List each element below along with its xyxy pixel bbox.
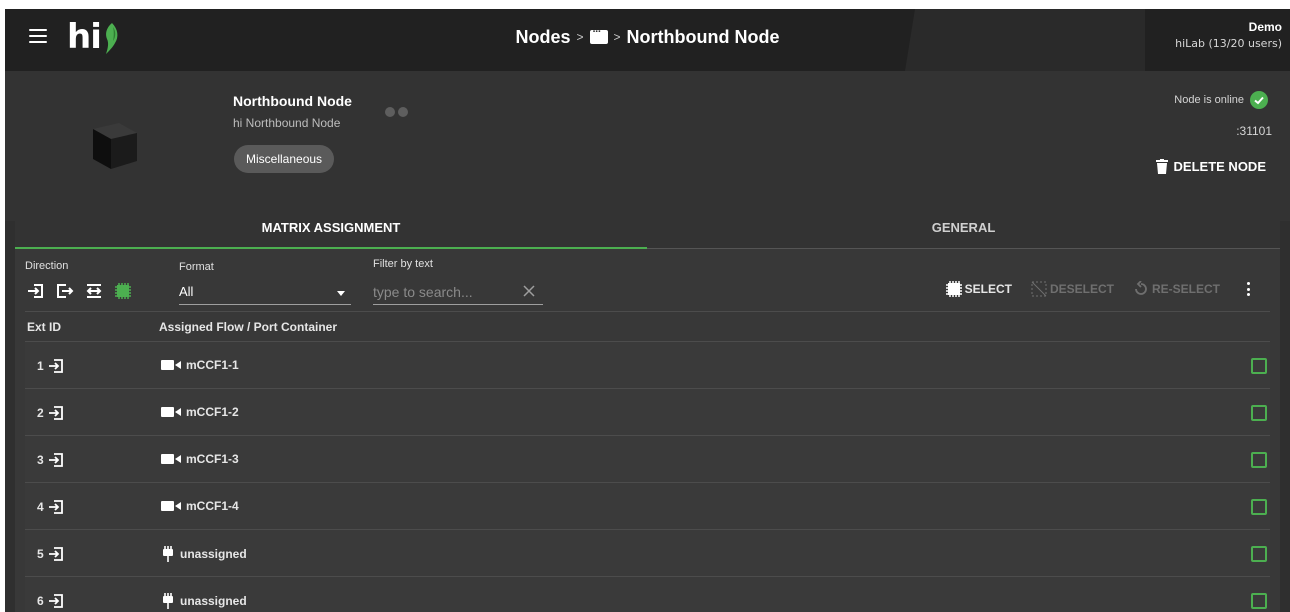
undo-icon	[1135, 281, 1147, 295]
row-ext-id: 1	[37, 359, 64, 373]
chevron-down-icon	[337, 291, 345, 296]
breadcrumb-separator: >	[613, 30, 621, 44]
matrix-content: Direction Format All Filter by text type…	[15, 249, 1280, 612]
top-bar: hi Nodes>>Northbound Node Demo hiLab (13…	[5, 9, 1290, 71]
table-header: Ext ID Assigned Flow / Port Container	[25, 311, 1270, 342]
input-icon	[48, 547, 63, 561]
user-org: hiLab (13/20 users)	[1175, 37, 1282, 50]
node-subtitle: hi Northbound Node	[233, 116, 341, 130]
breadcrumb-more-icon[interactable]	[589, 26, 608, 44]
row-flow: mCCF1-1	[161, 358, 239, 372]
direction-label: Direction	[25, 260, 69, 272]
tab-general[interactable]: GENERAL	[647, 211, 1280, 249]
video-camera-icon	[161, 407, 181, 417]
row-checkbox[interactable]	[1251, 593, 1267, 609]
filter-label: Filter by text	[373, 258, 433, 270]
row-flow: unassigned	[161, 546, 247, 562]
search-input[interactable]	[373, 281, 513, 303]
format-select[interactable]: All	[179, 281, 351, 305]
row-checkbox[interactable]	[1251, 499, 1267, 515]
user-info[interactable]: Demo hiLab (13/20 users)	[1175, 20, 1282, 50]
breadcrumb: Nodes > > Northbound Node	[5, 26, 1290, 48]
node-status: Node is online	[1174, 91, 1268, 109]
video-camera-icon	[161, 454, 181, 464]
close-icon[interactable]	[521, 283, 537, 299]
table-row[interactable]: 6 unassigned	[25, 577, 1270, 612]
user-name: Demo	[1248, 20, 1282, 34]
matrix-table: Ext ID Assigned Flow / Port Container 1 …	[25, 311, 1270, 612]
video-camera-icon	[161, 360, 181, 370]
trash-icon	[1155, 159, 1168, 174]
status-text: Node is online	[1174, 94, 1244, 106]
reselect-button[interactable]: RE-SELECT	[1132, 281, 1220, 297]
table-row[interactable]: 4 mCCF1-4	[25, 483, 1270, 530]
row-flow: unassigned	[161, 593, 247, 609]
app-window: hi Nodes>>Northbound Node Demo hiLab (13…	[5, 9, 1290, 612]
row-flow: mCCF1-4	[161, 499, 239, 513]
video-camera-icon	[161, 501, 181, 511]
format-value: All	[179, 284, 194, 299]
table-row[interactable]: 2 mCCF1-2	[25, 389, 1270, 436]
row-ext-id: 4	[37, 500, 64, 514]
column-assigned-flow[interactable]: Assigned Flow / Port Container	[159, 320, 337, 334]
deselect-icon	[1031, 281, 1047, 297]
reselect-label: RE-SELECT	[1151, 282, 1220, 296]
tab-matrix-assignment[interactable]: MATRIX ASSIGNMENT	[15, 211, 647, 249]
more-vert-icon[interactable]	[1240, 280, 1256, 298]
node-cube-icon	[93, 123, 137, 169]
input-icon[interactable]	[27, 283, 45, 299]
table-row[interactable]: 1 mCCF1-1	[25, 342, 1270, 389]
deselect-label: DESELECT	[1049, 282, 1114, 296]
delete-node-label: DELETE NODE	[1173, 159, 1266, 174]
format-label: Format	[179, 261, 214, 273]
row-checkbox[interactable]	[1251, 452, 1267, 468]
row-checkbox[interactable]	[1251, 405, 1267, 421]
breadcrumb-current: Northbound Node	[626, 27, 780, 47]
row-ext-id: 3	[37, 453, 64, 467]
tab-bar: MATRIX ASSIGNMENT GENERAL	[15, 211, 1280, 249]
output-icon[interactable]	[56, 283, 74, 299]
direction-filter	[27, 283, 132, 299]
chip-icon[interactable]	[114, 283, 132, 299]
input-icon	[48, 453, 63, 467]
select-button[interactable]: SELECT	[945, 281, 1012, 297]
row-ext-id: 6	[37, 594, 64, 608]
row-flow: mCCF1-2	[161, 405, 239, 419]
breadcrumb-separator: >	[576, 30, 584, 44]
node-indicator-dots	[385, 104, 411, 122]
deselect-button[interactable]: DESELECT	[1030, 281, 1114, 297]
check-circle-icon	[1250, 91, 1268, 109]
filter-text-field	[373, 281, 543, 305]
bidirectional-icon[interactable]	[85, 283, 103, 299]
plug-icon	[163, 546, 173, 562]
select-all-icon	[945, 281, 962, 297]
row-ext-id: 5	[37, 547, 64, 561]
category-chip[interactable]: Miscellaneous	[234, 145, 335, 173]
input-icon	[48, 406, 63, 420]
row-checkbox[interactable]	[1251, 358, 1267, 374]
delete-node-button[interactable]: DELETE NODE	[1155, 159, 1266, 174]
table-row[interactable]: 5 unassigned	[25, 530, 1270, 577]
select-label: SELECT	[964, 282, 1012, 296]
node-header: Northbound Node hi Northbound Node Misce…	[5, 71, 1290, 221]
node-port: :31101	[1236, 124, 1272, 138]
selection-actions: SELECT DESELECT RE-SELECT	[945, 280, 1280, 298]
row-checkbox[interactable]	[1251, 546, 1267, 562]
breadcrumb-nodes[interactable]: Nodes	[515, 27, 570, 47]
plug-icon	[163, 593, 173, 609]
row-ext-id: 2	[37, 406, 64, 420]
table-row[interactable]: 3 mCCF1-3	[25, 436, 1270, 483]
node-title: Northbound Node	[233, 93, 352, 109]
input-icon	[48, 500, 63, 514]
input-icon	[48, 594, 63, 608]
input-icon	[48, 359, 63, 373]
column-ext-id[interactable]: Ext ID	[27, 320, 61, 334]
row-flow: mCCF1-3	[161, 452, 239, 466]
